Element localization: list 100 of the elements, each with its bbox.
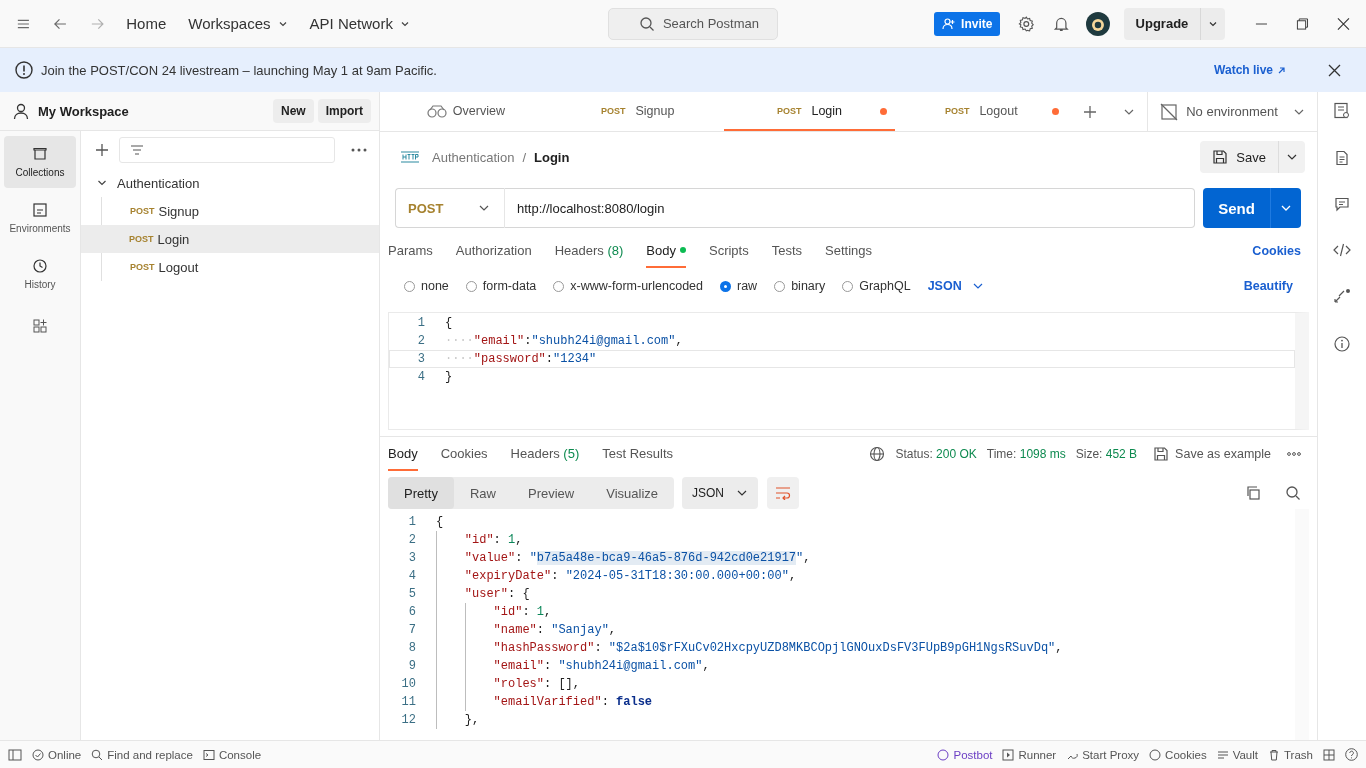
view-mode-tab[interactable]: Preview	[512, 477, 591, 509]
body-type-radio[interactable]: raw	[720, 279, 758, 293]
body-type-radio[interactable]: binary	[774, 279, 826, 293]
environment-selector[interactable]: No environment	[1147, 92, 1317, 131]
request-item[interactable]: POST Logout	[101, 253, 379, 281]
nav-menu-item[interactable]: API Network	[309, 15, 410, 32]
body-type-radio[interactable]: none	[404, 279, 449, 293]
request-section-tab[interactable]: Params	[388, 234, 433, 268]
status-item-icon	[937, 748, 950, 761]
status-bar-item[interactable]: Start Proxy	[1066, 748, 1140, 761]
more-options-icon[interactable]	[351, 148, 367, 152]
request-section-tab[interactable]: Body	[646, 234, 686, 268]
line-number: 6	[407, 605, 417, 619]
close-icon[interactable]	[1328, 63, 1341, 77]
status-bar-item[interactable]: Console	[202, 748, 262, 761]
line-number: 10	[400, 677, 417, 691]
view-mode-tab[interactable]: Raw	[453, 477, 512, 509]
code-line: "id": 1,	[493, 605, 552, 619]
collection-item[interactable]: Authentication	[81, 169, 379, 197]
request-body-editor[interactable]: 1 { 2 ····"email":"shubh24i@gmail.com", 3 ····"password":"1234" 4 }	[388, 312, 1309, 430]
line-number: 2	[407, 533, 417, 547]
response-stat: Status: 200 OK	[895, 447, 977, 461]
request-section-tab[interactable]: Scripts	[708, 234, 749, 268]
nav-menu-item[interactable]: Home	[126, 15, 167, 32]
help-icon[interactable]	[1345, 748, 1358, 761]
body-format-dropdown[interactable]: JSON	[927, 279, 984, 293]
more-options-icon[interactable]	[1287, 452, 1301, 456]
restore-icon[interactable]	[1296, 16, 1310, 31]
document-icon[interactable]	[1334, 150, 1350, 166]
add-icon[interactable]	[95, 143, 109, 157]
status-bar-item[interactable]: Postbot	[937, 748, 993, 761]
sidebar-tab[interactable]: Environments	[4, 192, 76, 244]
workspace-button[interactable]: Import	[317, 99, 371, 123]
copy-icon[interactable]	[1245, 485, 1261, 501]
close-icon[interactable]	[1337, 16, 1351, 31]
response-tab[interactable]: Test Results	[602, 437, 674, 471]
request-section-tab[interactable]: Headers (8)	[554, 234, 624, 268]
terminal-icon	[202, 748, 215, 761]
related-arrows-icon[interactable]	[1333, 288, 1351, 306]
clock-icon	[32, 258, 48, 274]
status-item-icon	[1149, 748, 1162, 761]
response-format-dropdown[interactable]: JSON	[682, 477, 759, 509]
beautify-link[interactable]: Beautify	[1243, 279, 1293, 293]
sidebar-tab[interactable]: History	[4, 248, 76, 300]
code-line: "roles": [],	[493, 677, 581, 691]
request-item[interactable]: POST Login	[81, 225, 379, 253]
invite-button[interactable]: Invite	[934, 11, 1001, 36]
body-type-radio[interactable]: x-www-form-urlencoded	[553, 279, 703, 293]
status-item-icon	[1268, 748, 1280, 761]
view-mode-tab[interactable]: Visualize	[590, 477, 675, 509]
body-type-radio[interactable]: form-data	[465, 279, 537, 293]
workspace-button[interactable]: New	[272, 99, 314, 123]
status-bar-item[interactable]: Vault	[1216, 748, 1258, 761]
request-section-tab[interactable]: Tests	[771, 234, 803, 268]
layout-icon[interactable]	[1323, 748, 1335, 761]
comment-icon[interactable]	[1334, 196, 1350, 212]
request-section-tab[interactable]: Authorization	[455, 234, 532, 268]
response-tab[interactable]: Body	[388, 437, 418, 471]
search-input[interactable]: Search Postman	[662, 16, 773, 31]
avatar-icon[interactable]	[1085, 10, 1110, 37]
environment-quick-look-icon[interactable]	[1333, 102, 1351, 120]
line-number: 1	[407, 515, 417, 529]
add-apps-icon[interactable]	[32, 318, 48, 334]
request-tab[interactable]: POST Logout	[895, 92, 1068, 131]
url-field[interactable]: http://localhost:8080/login	[505, 188, 1195, 228]
sidebar-toggle-icon[interactable]	[8, 748, 22, 761]
code-line: "emailVarified": false	[493, 695, 653, 709]
search-field[interactable]: Search Postman	[607, 7, 779, 40]
save-as-example-button[interactable]: Save as example	[1153, 446, 1271, 462]
watch-live-link[interactable]: Watch live	[1214, 63, 1286, 77]
request-section-tab[interactable]: Settings	[825, 234, 873, 268]
info-icon	[15, 61, 33, 79]
response-stat: Size: 452 B	[1075, 447, 1138, 461]
new-tab-icon[interactable]	[1083, 104, 1098, 119]
status-item-icon	[1216, 748, 1229, 761]
status-bar-item[interactable]: Find and replace	[91, 748, 193, 761]
globe-icon[interactable]	[869, 446, 886, 462]
sidebar-tab[interactable]: Collections	[4, 136, 76, 188]
code-icon[interactable]	[1333, 242, 1351, 258]
status-bar-item[interactable]: Online	[32, 748, 82, 761]
breadcrumb-link[interactable]: Authentication	[432, 149, 515, 165]
body-type-radio[interactable]: GraphQL	[842, 279, 911, 293]
request-tab[interactable]: POST Signup	[551, 92, 724, 131]
banner-message: Join the POST/CON 24 livestream – launching May 1 at 9am Pacific.	[41, 62, 437, 78]
settings-icon[interactable]	[1018, 14, 1036, 33]
response-tab[interactable]: Cookies	[440, 437, 488, 471]
status-bar-item[interactable]: Runner	[1002, 748, 1057, 761]
response-tab[interactable]: Headers (5)	[510, 437, 580, 471]
status-bar-item[interactable]: Trash	[1268, 748, 1313, 761]
search-icon[interactable]	[1285, 485, 1301, 501]
status-bar-item[interactable]: Cookies	[1149, 748, 1207, 761]
filter-field[interactable]	[119, 137, 335, 163]
view-mode-tab[interactable]: Pretty	[388, 477, 454, 509]
method-dropdown[interactable]: POST	[395, 188, 505, 228]
nav-menu-item[interactable]: Workspaces	[188, 15, 288, 32]
info-icon[interactable]	[1334, 336, 1350, 352]
cookies-link[interactable]: Cookies	[1252, 244, 1301, 258]
line-number: 9	[407, 659, 417, 673]
request-tab[interactable]: POST Login	[723, 92, 896, 131]
request-tab[interactable]: Overview	[380, 92, 552, 131]
